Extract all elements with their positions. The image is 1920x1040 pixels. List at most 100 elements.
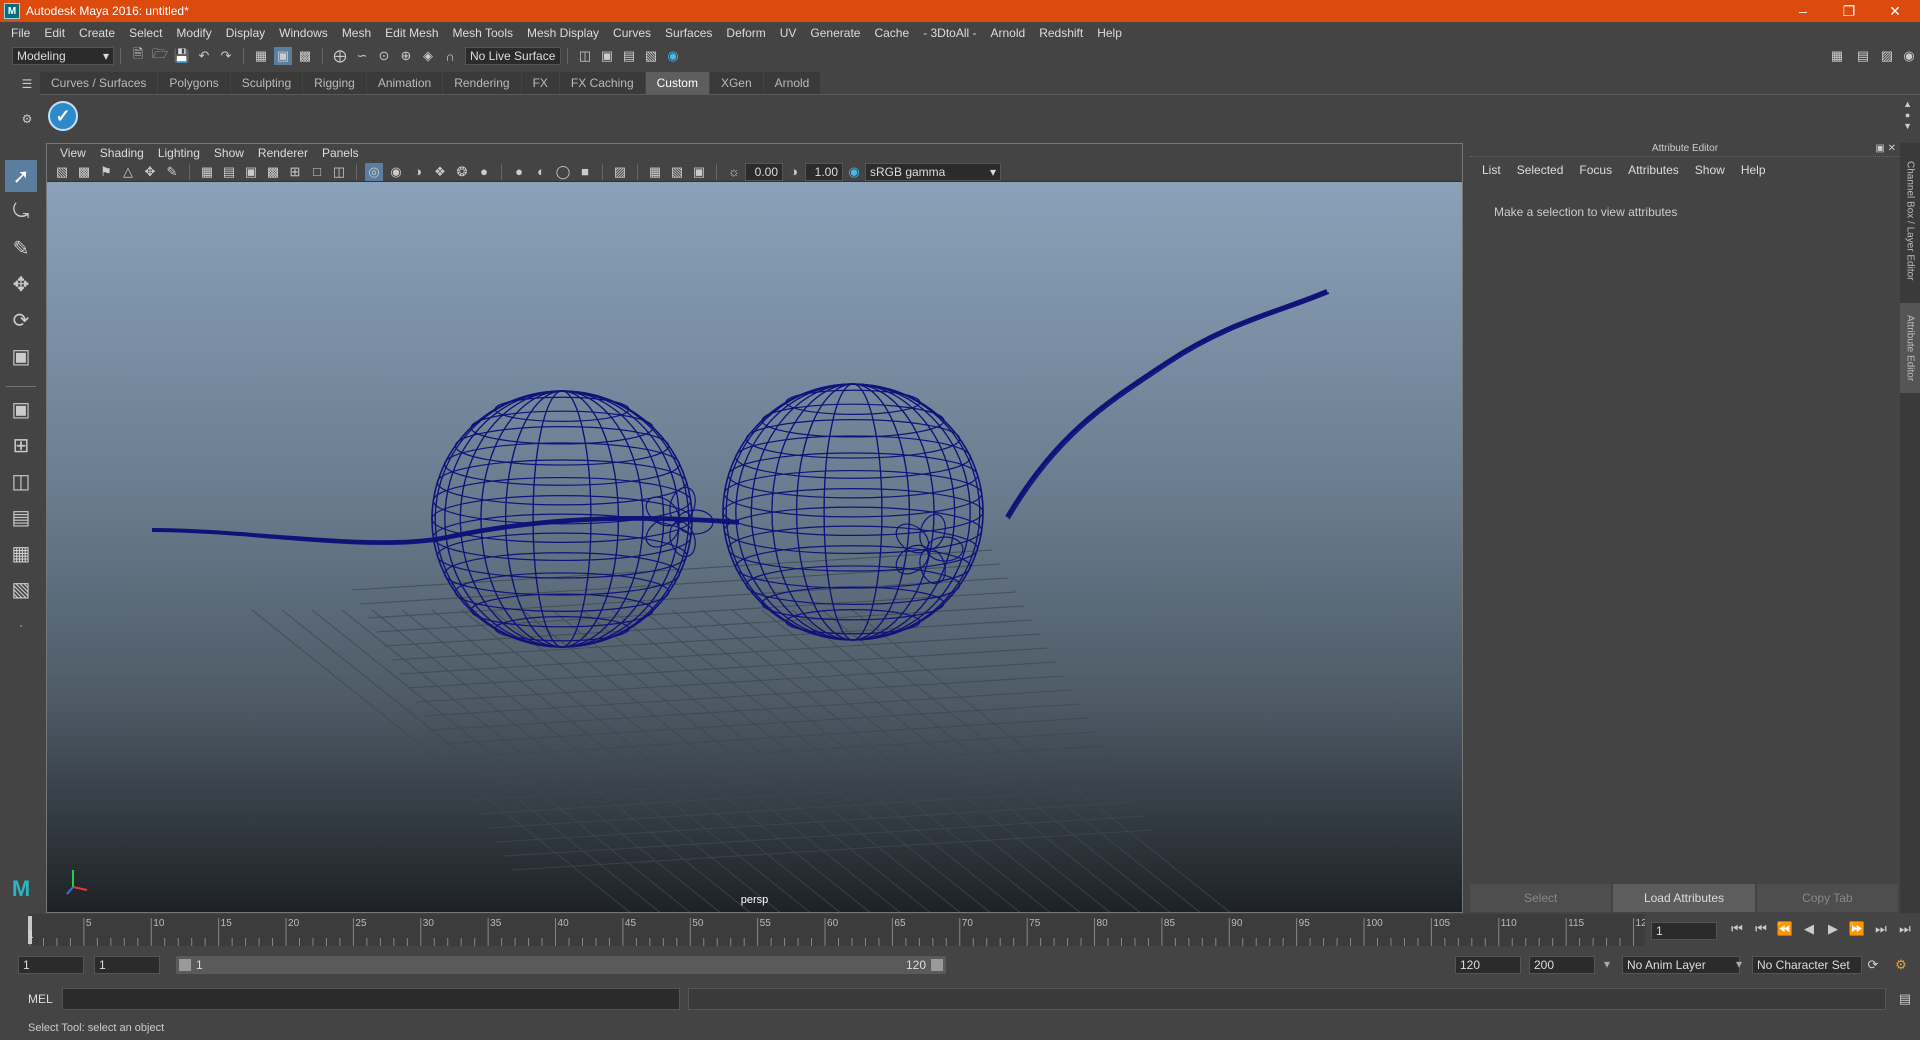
snap-point-icon[interactable]: ⊙: [375, 47, 393, 65]
step-back-icon[interactable]: ⏮: [1752, 920, 1770, 938]
animation-start-field[interactable]: 1: [18, 956, 84, 974]
menu-select[interactable]: Select: [122, 26, 169, 40]
select-tool-icon[interactable]: ➚: [5, 160, 37, 192]
menu-create[interactable]: Create: [72, 26, 122, 40]
layer-editor-icon[interactable]: ◉: [1900, 47, 1918, 65]
exposure-field[interactable]: 0.00: [745, 162, 783, 181]
tab-rendering[interactable]: Rendering: [443, 72, 521, 94]
menu-icon[interactable]: ☰: [20, 77, 34, 91]
tab-animation[interactable]: Animation: [366, 72, 443, 94]
motion-blur-icon[interactable]: ◐: [532, 163, 550, 181]
field-chart-icon[interactable]: ⊞: [286, 163, 304, 181]
shadows-icon[interactable]: ●: [475, 163, 493, 181]
ae-menu-attributes[interactable]: Attributes: [1620, 163, 1687, 177]
menu-edit-mesh[interactable]: Edit Mesh: [378, 26, 445, 40]
menu-redshift[interactable]: Redshift: [1032, 26, 1090, 40]
script-editor-icon[interactable]: ▤: [1896, 990, 1914, 1008]
animation-end-field[interactable]: 200: [1529, 956, 1595, 974]
snap-grid-icon[interactable]: ⨁: [331, 47, 349, 65]
playback-start-field[interactable]: 1: [94, 956, 160, 974]
move-tool-icon[interactable]: ✥: [5, 268, 37, 300]
colorspace-select[interactable]: sRGB gamma ▾: [865, 162, 1001, 181]
tab-sculpting[interactable]: Sculpting: [230, 72, 303, 94]
float-close-icons[interactable]: ▣ ✕: [1875, 143, 1896, 154]
play-backwards-icon[interactable]: ◀: [1800, 920, 1818, 938]
viewport-menu-show[interactable]: Show: [207, 146, 251, 160]
viewport-menu-shading[interactable]: Shading: [93, 146, 151, 160]
tab-polygons[interactable]: Polygons: [158, 72, 230, 94]
xray-icon[interactable]: ▦: [646, 163, 664, 181]
xray-components-icon[interactable]: ▣: [690, 163, 708, 181]
mode-selector[interactable]: Modeling ▾: [12, 47, 114, 65]
exposure-icon[interactable]: ☼: [725, 163, 743, 181]
rotate-tool-icon[interactable]: ⟳: [5, 304, 37, 336]
go-to-start-icon[interactable]: ⏮: [1728, 920, 1746, 938]
tab-fx[interactable]: FX: [521, 72, 559, 94]
color-management-icon[interactable]: ◉: [845, 163, 863, 181]
viewport-menu-lighting[interactable]: Lighting: [151, 146, 207, 160]
grease-pencil-icon[interactable]: ✎: [163, 163, 181, 181]
minimize-button[interactable]: –: [1780, 0, 1826, 22]
viewport-scene[interactable]: persp: [47, 182, 1462, 931]
menu-mesh-display[interactable]: Mesh Display: [520, 26, 606, 40]
menu-mesh-tools[interactable]: Mesh Tools: [446, 26, 520, 40]
shelf-scroll[interactable]: ▲ ● ▼: [1903, 99, 1912, 132]
time-ruler[interactable]: 5 10 15 20 25 30 35 40 45 50 55 60 65 70 75 80 85 90 95 100…: [28, 914, 1653, 946]
step-forward-key-icon[interactable]: ⏩: [1848, 920, 1866, 938]
range-start-handle[interactable]: [179, 959, 191, 971]
channel-box-tab[interactable]: Channel Box / Layer Editor: [1900, 151, 1920, 291]
snap-curve-icon[interactable]: ∽: [353, 47, 371, 65]
use-all-lights-icon[interactable]: ❂: [453, 163, 471, 181]
screen-space-ao-icon[interactable]: ●: [510, 163, 528, 181]
outliner-persp-layout-icon[interactable]: ◫: [5, 465, 37, 497]
select-hierarchy-icon[interactable]: ▦: [252, 47, 270, 65]
tab-xgen[interactable]: XGen: [709, 72, 763, 94]
wireframe-icon[interactable]: ◎: [365, 162, 383, 181]
film-gate-icon[interactable]: ▤: [220, 163, 238, 181]
menu-surfaces[interactable]: Surfaces: [658, 26, 719, 40]
lasso-tool-icon[interactable]: ⤿: [5, 196, 37, 228]
ae-menu-focus[interactable]: Focus: [1571, 163, 1620, 177]
menu-deform[interactable]: Deform: [719, 26, 772, 40]
character-set-select[interactable]: No Character Set: [1752, 956, 1862, 974]
menu-uv[interactable]: UV: [773, 26, 804, 40]
ae-menu-selected[interactable]: Selected: [1509, 163, 1572, 177]
safe-title-icon[interactable]: ◫: [330, 163, 348, 181]
close-button[interactable]: ✕: [1872, 0, 1918, 22]
menu-edit[interactable]: Edit: [37, 26, 72, 40]
select-object-icon[interactable]: ▣: [274, 47, 292, 65]
anti-aliasing-icon[interactable]: ◯: [554, 163, 572, 181]
chevron-down-icon[interactable]: ▾: [1604, 957, 1610, 971]
menu-curves[interactable]: Curves: [606, 26, 658, 40]
redo-icon[interactable]: ↷: [217, 47, 235, 65]
ae-copy-tab-button[interactable]: Copy Tab: [1756, 884, 1898, 912]
modeling-toolkit-icon[interactable]: ▤: [1854, 47, 1872, 65]
play-forwards-icon[interactable]: ▶: [1824, 920, 1842, 938]
isolate-select-icon[interactable]: ▨: [611, 163, 629, 181]
menu-help[interactable]: Help: [1090, 26, 1129, 40]
render-frame-icon[interactable]: ▣: [598, 47, 616, 65]
go-to-end-icon[interactable]: ⏭: [1896, 920, 1914, 938]
animation-preferences-icon[interactable]: ⚙: [1892, 956, 1910, 974]
resolution-gate-icon[interactable]: ▣: [242, 163, 260, 181]
safe-action-icon[interactable]: □: [308, 163, 326, 181]
menu-3dtoall[interactable]: - 3DtoAll -: [916, 26, 983, 40]
hypershade-layout-icon[interactable]: ▦: [5, 537, 37, 569]
ae-menu-show[interactable]: Show: [1687, 163, 1733, 177]
range-end-handle[interactable]: [931, 959, 943, 971]
render-view-icon[interactable]: ▧: [642, 47, 660, 65]
bookmark-icon[interactable]: ⚑: [97, 163, 115, 181]
save-scene-icon[interactable]: 💾: [173, 47, 191, 65]
viewport-menu-view[interactable]: View: [53, 146, 93, 160]
open-scene-icon[interactable]: 🗁: [151, 46, 169, 65]
paint-select-tool-icon[interactable]: ✎: [5, 232, 37, 264]
range-slider[interactable]: 1 120: [176, 956, 946, 974]
chevron-down-icon[interactable]: ▾: [1736, 957, 1742, 971]
ae-menu-list[interactable]: List: [1474, 163, 1509, 177]
tab-custom[interactable]: Custom: [645, 72, 709, 94]
depth-of-field-icon[interactable]: ■: [576, 163, 594, 181]
undo-icon[interactable]: ↶: [195, 47, 213, 65]
tab-fx-caching[interactable]: FX Caching: [559, 72, 645, 94]
magnet-icon[interactable]: ∩: [441, 47, 459, 65]
maximize-button[interactable]: ❐: [1826, 0, 1872, 22]
